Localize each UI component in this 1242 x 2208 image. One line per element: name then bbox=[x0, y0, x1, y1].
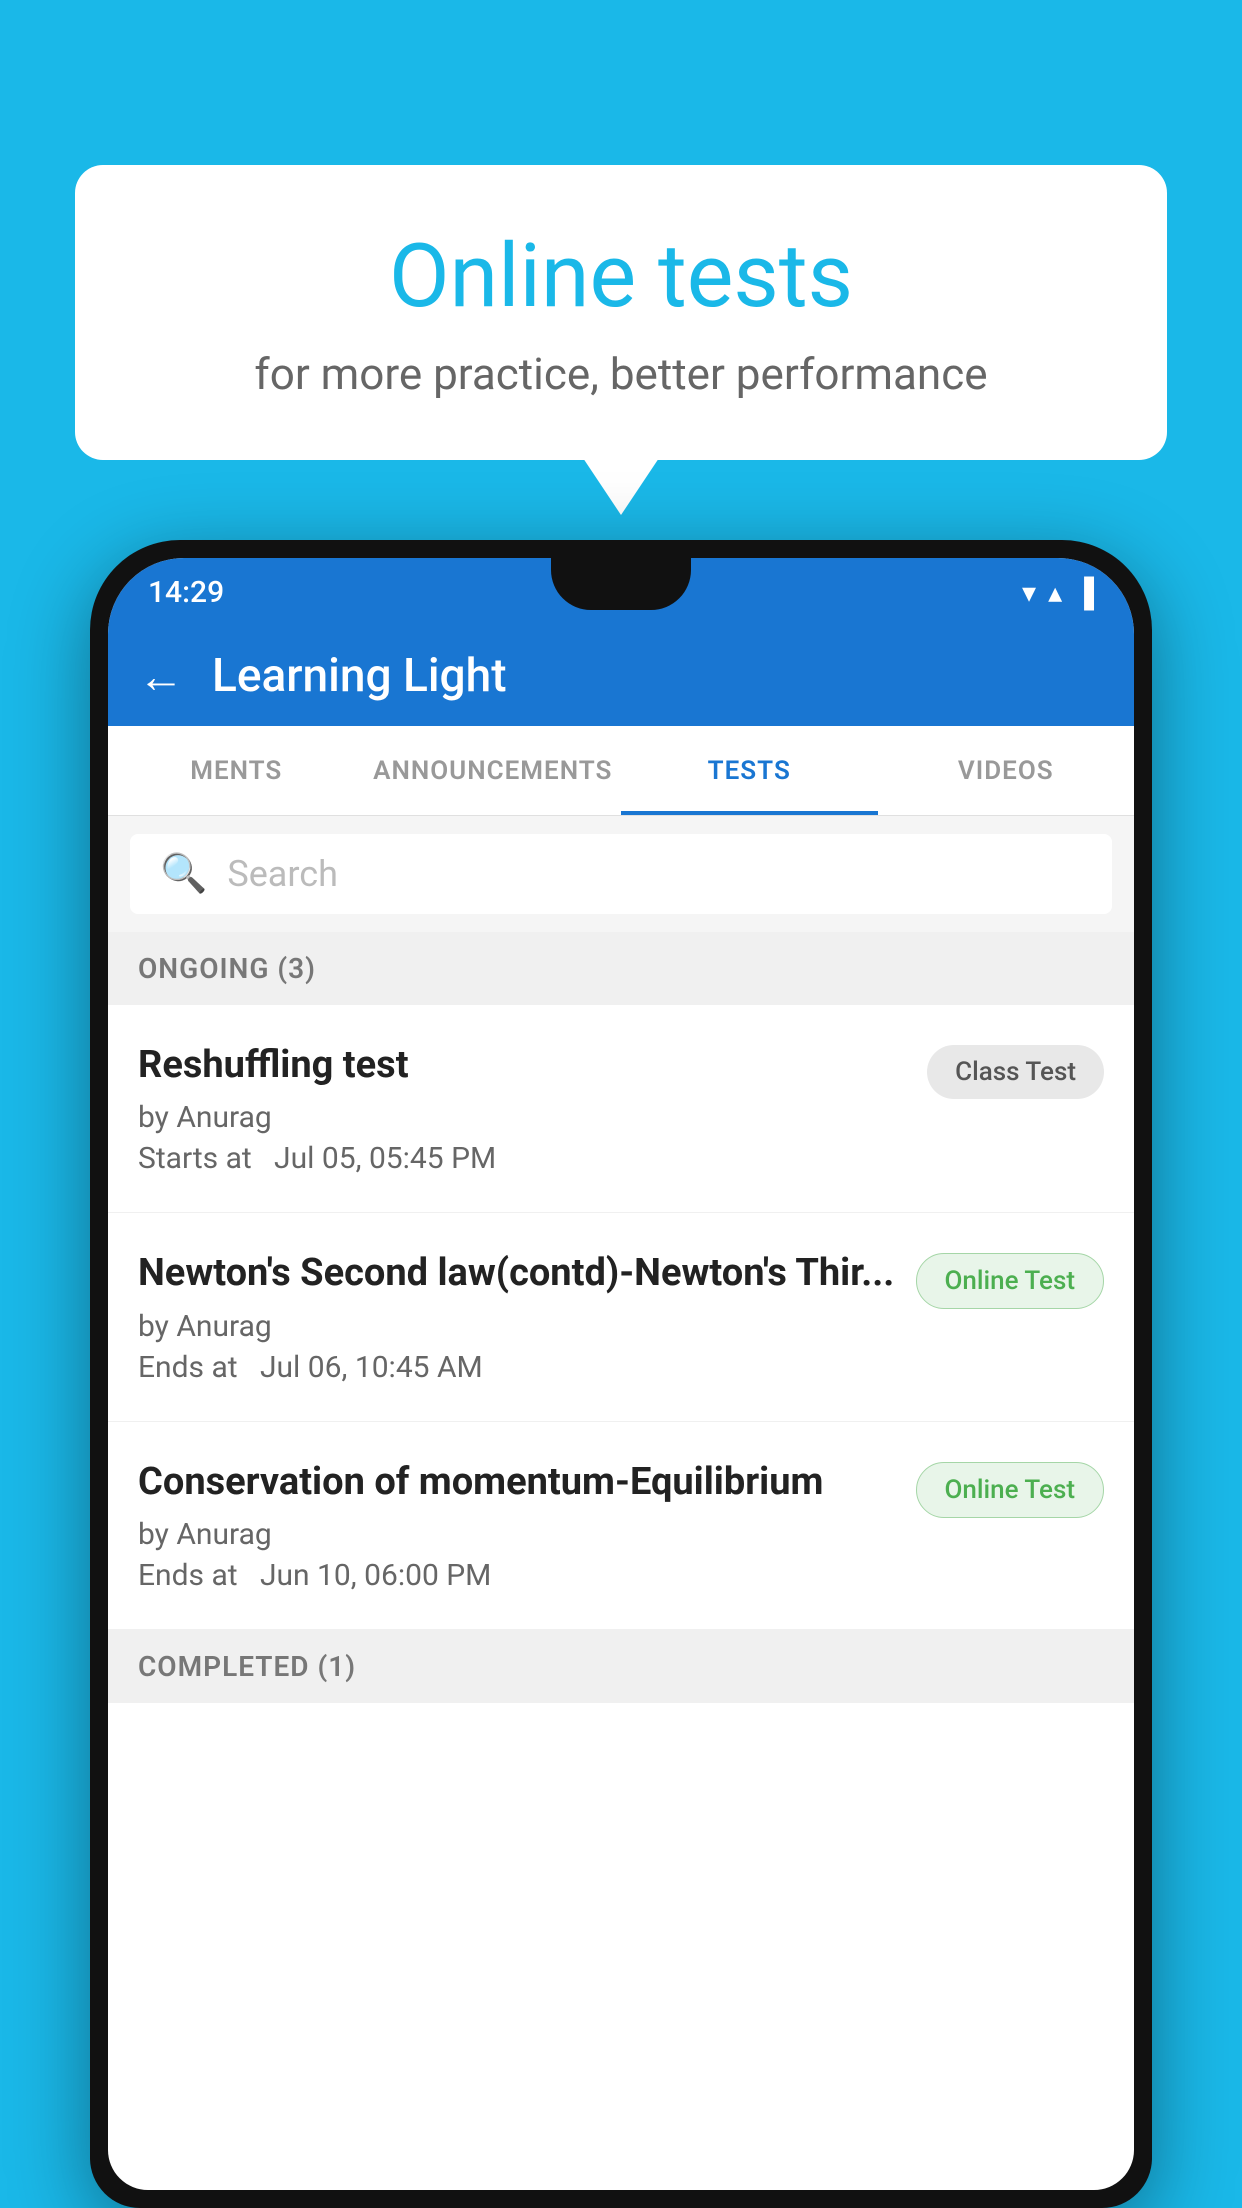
tab-tests[interactable]: TESTS bbox=[621, 726, 878, 815]
test-badge-3: Online Test bbox=[916, 1462, 1105, 1518]
time-value-3: Jun 10, 06:00 PM bbox=[260, 1558, 491, 1593]
bubble-subtitle: for more practice, better performance bbox=[145, 348, 1097, 400]
test-time-2: Ends at Jul 06, 10:45 AM bbox=[138, 1350, 896, 1385]
tabs-bar: MENTS ANNOUNCEMENTS TESTS VIDEOS bbox=[108, 726, 1134, 816]
test-time-1: Starts at Jul 05, 05:45 PM bbox=[138, 1141, 907, 1176]
ongoing-section-header: ONGOING (3) bbox=[108, 932, 1134, 1005]
search-bar[interactable]: 🔍 Search bbox=[130, 834, 1112, 914]
test-author-1: by Anurag bbox=[138, 1100, 907, 1135]
tab-announcements[interactable]: ANNOUNCEMENTS bbox=[365, 726, 622, 815]
completed-section-header: COMPLETED (1) bbox=[108, 1630, 1134, 1703]
search-placeholder-text: Search bbox=[227, 853, 338, 895]
app-bar: ← Learning Light bbox=[108, 626, 1134, 726]
phone-screen: 14:29 ▾ ▴ ▐ ← Learning Light MENTS ANNOU… bbox=[108, 558, 1134, 2190]
test-name-3: Conservation of momentum-Equilibrium bbox=[138, 1458, 896, 1507]
status-bar: 14:29 ▾ ▴ ▐ bbox=[108, 558, 1134, 626]
back-button[interactable]: ← bbox=[138, 649, 184, 704]
test-info-3: Conservation of momentum-Equilibrium by … bbox=[138, 1458, 896, 1593]
time-value-2: Jul 06, 10:45 AM bbox=[260, 1350, 483, 1385]
test-list: Reshuffling test by Anurag Starts at Jul… bbox=[108, 1005, 1134, 1630]
test-badge-2: Online Test bbox=[916, 1253, 1105, 1309]
test-item-2[interactable]: Newton's Second law(contd)-Newton's Thir… bbox=[108, 1213, 1134, 1421]
time-label-3: Ends at bbox=[138, 1558, 238, 1593]
search-container: 🔍 Search bbox=[108, 816, 1134, 932]
search-icon: 🔍 bbox=[160, 852, 207, 896]
test-time-3: Ends at Jun 10, 06:00 PM bbox=[138, 1558, 896, 1593]
test-author-3: by Anurag bbox=[138, 1517, 896, 1552]
status-icons: ▾ ▴ ▐ bbox=[1022, 576, 1094, 609]
test-name-1: Reshuffling test bbox=[138, 1041, 907, 1090]
test-item-1[interactable]: Reshuffling test by Anurag Starts at Jul… bbox=[108, 1005, 1134, 1213]
test-name-2: Newton's Second law(contd)-Newton's Thir… bbox=[138, 1249, 896, 1298]
time-label-2: Ends at bbox=[138, 1350, 238, 1385]
speech-bubble: Online tests for more practice, better p… bbox=[75, 165, 1167, 460]
time-value-1: Jul 05, 05:45 PM bbox=[274, 1141, 496, 1176]
signal-icon: ▴ bbox=[1048, 576, 1062, 609]
test-badge-1: Class Test bbox=[927, 1045, 1104, 1099]
tab-ments[interactable]: MENTS bbox=[108, 726, 365, 815]
test-info-2: Newton's Second law(contd)-Newton's Thir… bbox=[138, 1249, 896, 1384]
app-bar-title: Learning Light bbox=[212, 649, 507, 703]
bubble-title: Online tests bbox=[145, 225, 1097, 328]
tab-videos[interactable]: VIDEOS bbox=[878, 726, 1135, 815]
wifi-icon: ▾ bbox=[1022, 576, 1036, 609]
status-time: 14:29 bbox=[148, 575, 224, 610]
phone-frame: 14:29 ▾ ▴ ▐ ← Learning Light MENTS ANNOU… bbox=[90, 540, 1152, 2208]
battery-icon: ▐ bbox=[1074, 576, 1094, 609]
test-info-1: Reshuffling test by Anurag Starts at Jul… bbox=[138, 1041, 907, 1176]
test-item-3[interactable]: Conservation of momentum-Equilibrium by … bbox=[108, 1422, 1134, 1630]
notch bbox=[551, 558, 691, 610]
test-author-2: by Anurag bbox=[138, 1309, 896, 1344]
time-label-1: Starts at bbox=[138, 1141, 252, 1176]
